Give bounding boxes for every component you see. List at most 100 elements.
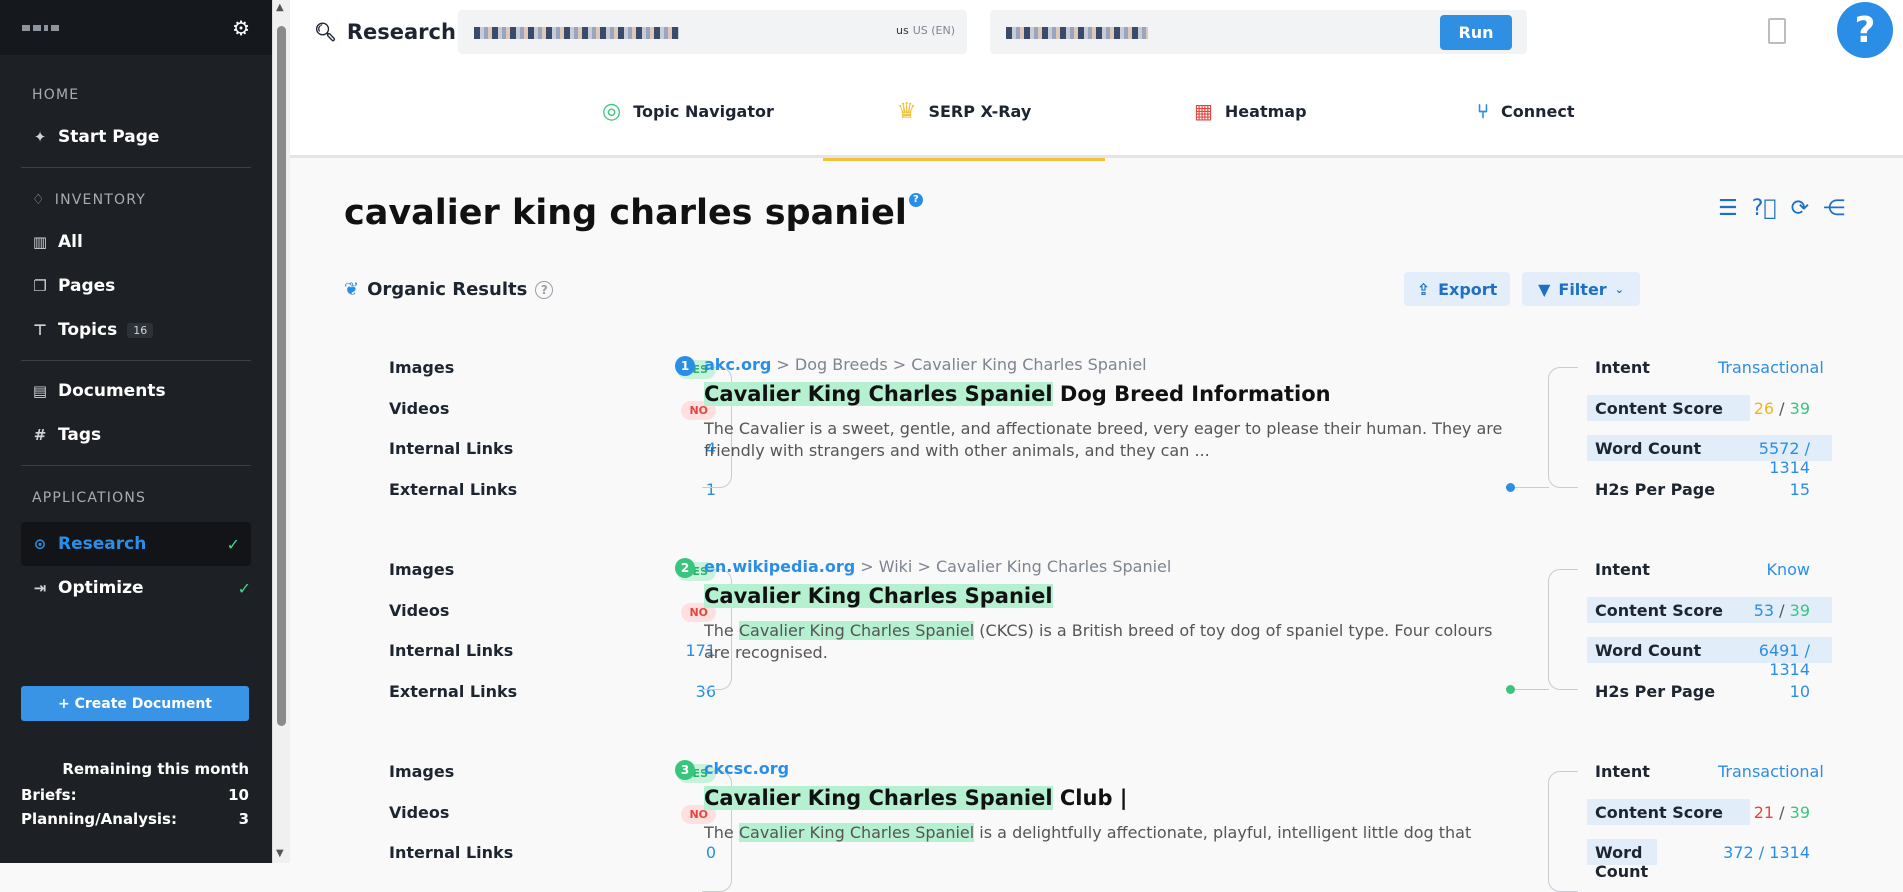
help-icon[interactable]: ?: [535, 280, 554, 299]
desc-pre: The: [704, 823, 739, 842]
list-icon[interactable]: ☰: [1718, 196, 1738, 221]
tab-connect[interactable]: ⑂ Connect: [1477, 64, 1575, 158]
scroll-up-icon[interactable]: ▲: [276, 2, 284, 13]
result-title[interactable]: Cavalier King Charles Spaniel: [704, 584, 1053, 608]
internal-links-label: Internal Links: [389, 641, 514, 660]
brand-logo[interactable]: [22, 24, 59, 31]
document-icon[interactable]: [1768, 18, 1786, 44]
share-icon[interactable]: ⋲: [1823, 196, 1845, 221]
videos-label: Videos: [389, 601, 450, 620]
connector-bracket: [1548, 367, 1578, 488]
result-domain[interactable]: ckcsc.org: [704, 759, 789, 778]
gear-icon[interactable]: ⚙: [232, 16, 250, 40]
documents-icon: ▤: [32, 382, 48, 400]
section-title: Organic Results: [367, 279, 528, 300]
keyword-input[interactable]: us US (EN): [458, 10, 967, 54]
sidebar-item-documents[interactable]: ▤ Documents: [0, 369, 272, 413]
result-url[interactable]: akc.org > Dog Breeds > Cavalier King Cha…: [704, 355, 1147, 374]
question-icon[interactable]: ?: [908, 193, 923, 207]
connector-line: [1515, 689, 1549, 690]
toolbar: ☰ ?⃝ ⟳ ⋲: [1718, 196, 1845, 221]
create-document-button[interactable]: + Create Document: [21, 686, 249, 721]
h2s-value: 10: [1789, 682, 1810, 701]
tab-topic-navigator[interactable]: ◎ Topic Navigator: [602, 64, 774, 158]
grid-icon: ▦: [1194, 99, 1213, 123]
result-description: The Cavalier King Charles Spaniel (CKCS)…: [704, 620, 1504, 664]
scroll-thumb[interactable]: [277, 26, 286, 726]
app-title: Research: [346, 20, 456, 44]
redacted-url: [1006, 27, 1148, 39]
sidebar-item-optimize[interactable]: ⇥ Optimize ✓: [0, 566, 272, 610]
refresh-icon[interactable]: ⟳: [1791, 196, 1809, 221]
result-domain[interactable]: en.wikipedia.org: [704, 557, 855, 576]
rank-badge: 3: [675, 760, 695, 780]
rank-badge: 1: [675, 356, 695, 376]
h2s-label: H2s Per Page: [1595, 480, 1716, 499]
sidebar-item-pages[interactable]: ❐ Pages: [0, 264, 272, 308]
check-icon: ✓: [237, 578, 251, 598]
content-score-value: 26 / 39: [1753, 399, 1810, 418]
sidebar: ⚙ HOME ✦ Start Page ♢ INVENTORY ▥ All ❐ …: [0, 0, 272, 863]
desc-pre: The Cavalier is a sweet, gentle, and aff…: [704, 419, 1503, 460]
page-title: cavalier king charles spaniel?: [344, 193, 923, 233]
result-url[interactable]: en.wikipedia.org > Wiki > Cavalier King …: [704, 557, 1171, 576]
help-button[interactable]: ?: [1837, 2, 1893, 58]
export-button[interactable]: ⇪ Export: [1404, 272, 1510, 306]
word-count-value: 372 / 1314: [1723, 843, 1810, 862]
content-score-value: 21 / 39: [1753, 803, 1810, 822]
section-label: INVENTORY: [54, 192, 147, 208]
search-icon: 🔍︎: [314, 21, 337, 43]
score: 53: [1753, 601, 1775, 620]
pages-icon: ❐: [33, 277, 47, 295]
upload-icon: ⇪: [1416, 279, 1431, 299]
sidebar-item-topics[interactable]: ⊤ Topics 16: [0, 308, 272, 352]
result-path: > Wiki > Cavalier King Charles Spaniel: [855, 557, 1172, 576]
connector-bracket: [1548, 569, 1578, 690]
planning-label: Planning/Analysis:: [21, 810, 177, 828]
remaining-title: Remaining this month: [62, 760, 249, 778]
videos-label: Videos: [389, 399, 450, 418]
sidebar-item-label: Optimize: [58, 578, 144, 598]
locale-flag: us: [896, 24, 909, 37]
title-highlight: Cavalier King Charles Spaniel: [704, 786, 1053, 810]
planning-value: 3: [238, 810, 249, 828]
planning-row: Planning/Analysis: 3: [21, 810, 249, 828]
word-count-value: 6491 / 1314: [1758, 641, 1810, 679]
sprout-icon: ❦: [344, 279, 360, 300]
sidebar-item-start-page[interactable]: ✦ Start Page: [0, 115, 272, 159]
external-links-label: External Links: [389, 682, 518, 701]
funnel-icon: ▼: [1538, 279, 1551, 299]
result-domain[interactable]: akc.org: [704, 355, 771, 374]
sidebar-item-label: Research: [58, 534, 147, 554]
connect-icon: ⑂: [1477, 99, 1489, 123]
tab-serp-xray[interactable]: ♛ SERP X-Ray: [823, 64, 1105, 161]
result-title[interactable]: Cavalier King Charles Spaniel Dog Breed …: [704, 382, 1331, 406]
result-title[interactable]: Cavalier King Charles Spaniel Club |: [704, 786, 1127, 810]
videos-label: Videos: [389, 803, 450, 822]
images-label: Images: [389, 358, 455, 377]
page-title-text: cavalier king charles spaniel: [344, 193, 907, 233]
export-label: Export: [1438, 279, 1498, 299]
sidebar-item-label: Pages: [58, 276, 116, 296]
question-circle-icon[interactable]: ?⃝: [1752, 196, 1777, 221]
scroll-down-icon[interactable]: ▼: [276, 848, 284, 859]
desc-highlight: Cavalier King Charles Spaniel: [738, 621, 975, 640]
result-url[interactable]: ckcsc.org: [704, 759, 789, 778]
research-icon: ⊙: [33, 535, 47, 553]
sidebar-item-tags[interactable]: # Tags: [0, 413, 272, 457]
score: 26: [1753, 399, 1775, 418]
run-button[interactable]: Run: [1440, 15, 1512, 50]
medal-icon: ♛: [896, 98, 917, 124]
sidebar-item-research[interactable]: ⊙ Research ✓: [21, 522, 251, 566]
tab-label: SERP X-Ray: [928, 101, 1032, 121]
topic-icon: ⊤: [33, 321, 47, 339]
sidebar-item-all[interactable]: ▥ All: [0, 220, 272, 264]
filter-button[interactable]: ▼ Filter ⌄: [1522, 272, 1640, 306]
locale-selector[interactable]: us US (EN): [896, 24, 955, 37]
columns-icon: ▥: [32, 233, 48, 251]
tab-heatmap[interactable]: ▦ Heatmap: [1194, 64, 1307, 158]
external-links-label: External Links: [389, 480, 518, 499]
bulb-icon: ♢: [32, 192, 46, 208]
sidebar-scrollbar[interactable]: ▲ ▼: [272, 0, 290, 863]
content-score-value: 53 / 39: [1753, 601, 1810, 620]
